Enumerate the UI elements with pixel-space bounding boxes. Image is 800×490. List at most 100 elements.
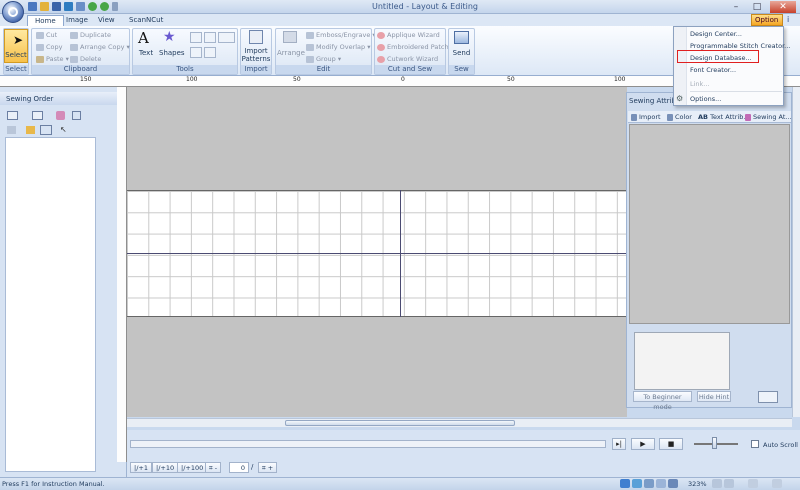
applique-wizard-button[interactable]: Applique Wizard [377,31,440,39]
tab-scanncut[interactable]: ScanNCut [122,15,170,26]
save-icon[interactable] [52,2,61,11]
text-tool-button[interactable]: A Text [135,29,157,63]
arrange-icon [283,31,297,43]
menu-item-programmable-stitch-creator[interactable]: Programmable Stitch Creator... [690,42,790,50]
duplicate-label: Duplicate [80,31,111,39]
group-order-icon[interactable] [32,111,43,120]
import-patterns-icon [249,30,263,44]
auto-scroll-checkbox[interactable] [751,440,759,448]
cursor-hint-icon[interactable] [758,391,778,403]
frame-minus-button[interactable]: ⌗ - [205,462,222,473]
play-icon[interactable]: ▶ [631,438,655,450]
undo-icon[interactable] [88,2,97,11]
select-group-label: Select [4,65,28,74]
arrange-label: Arrange [277,49,305,57]
ruler-label: 100 [614,76,626,83]
arrange-copy-button[interactable]: Arrange Copy ▾ [70,43,130,51]
copy-button[interactable]: Copy [36,43,63,51]
sewing-order-list[interactable] [5,137,96,472]
new-file-icon[interactable] [28,2,37,11]
application-menu-button[interactable] [2,1,24,23]
zoom-in-icon[interactable] [724,479,734,488]
minimize-button[interactable]: – [727,1,745,13]
sewing-attr-icon [745,113,751,121]
open-file-icon[interactable] [40,2,49,11]
stitch-view-icon[interactable] [644,479,654,488]
color-merge-icon[interactable] [56,111,65,120]
bottom-toolbar [127,460,800,477]
zoom-out-icon[interactable] [204,32,216,43]
modify-overlap-button[interactable]: Modify Overlap ▾ [306,43,371,51]
select-button[interactable]: ➤ Select [4,29,28,63]
shapes-tool-button[interactable]: ★ Shapes [159,29,185,63]
to-beginner-mode-button[interactable]: To Beginner mode [633,391,692,411]
realistic-view-icon[interactable] [632,479,642,488]
hide-hint-button[interactable]: Hide Hint [697,391,731,402]
speed-slider-thumb[interactable] [712,437,717,449]
emboss-engrave-button[interactable]: Emboss/Engrave ▾ [306,31,376,39]
pan-icon[interactable] [190,47,202,58]
arrange-button[interactable]: Arrange [277,29,305,63]
frame-counter-input[interactable]: 0 [229,462,249,473]
scissors-icon[interactable] [40,125,52,135]
outline-view-icon[interactable] [656,479,666,488]
step-plus-10-button[interactable]: |/+10 [152,462,179,473]
step-plus-1-button[interactable]: |/+1 [130,462,152,473]
emboss-icon [306,31,314,39]
import-patterns-button[interactable]: Import Patterns [241,29,271,65]
duplicate-button[interactable]: Duplicate [70,31,111,39]
customize-qat-icon[interactable] [112,2,118,11]
menu-item-font-creator[interactable]: Font Creator... [690,66,736,74]
frame-plus-button[interactable]: ⌗ + [258,462,278,473]
lock-icon[interactable] [26,126,35,134]
zoom-in-icon[interactable] [190,32,202,43]
vertical-ruler [117,87,127,462]
zoom-mode-icon[interactable] [668,479,678,488]
menu-item-design-center[interactable]: Design Center... [690,30,742,38]
print-preview-icon[interactable] [64,2,73,11]
cut-button[interactable]: Cut [36,31,57,39]
tab-color[interactable]: Color [667,113,692,121]
paste-button[interactable]: Paste ▾ [36,55,69,63]
delete-button[interactable]: Delete [70,55,101,63]
step-plus-100-button[interactable]: |/+100 [177,462,208,473]
hoop-icon[interactable] [772,479,782,488]
skip-end-icon[interactable]: ▸| [612,438,626,450]
menu-item-options[interactable]: Options... [690,95,721,103]
quick-access-icon[interactable] [76,2,85,11]
heart-icon [377,31,385,39]
tab-view[interactable]: View [91,15,122,26]
stitch-timeline[interactable] [130,440,606,448]
design-page-icon[interactable] [620,479,630,488]
zoom-fit-icon[interactable] [218,32,235,43]
zoom-out-icon[interactable] [712,479,722,488]
cutwork-wizard-button[interactable]: Cutwork Wizard [377,55,438,63]
frame-icon[interactable] [72,111,81,120]
close-button[interactable]: ✕ [770,1,796,13]
highlight-annotation [677,50,759,63]
import-icon [631,113,637,121]
sewing-order-toolbar-1 [4,110,124,121]
tab-sewing-attributes[interactable]: Sewing At... [745,113,792,121]
sort-by-color-icon[interactable] [7,111,18,120]
view-icon[interactable] [7,126,16,134]
redo-icon[interactable] [100,2,109,11]
tab-text-attributes[interactable]: AB Text Attrib... [698,113,750,121]
vertical-scrollbar[interactable] [792,87,800,417]
import-patterns-label-2: Patterns [241,55,271,63]
group-button[interactable]: Group ▾ [306,55,341,63]
tab-import[interactable]: Import [631,113,661,121]
maximize-button[interactable]: □ [748,1,766,13]
ruler-label: 50 [293,76,301,83]
option-button[interactable]: Option ▾ [751,14,783,34]
horizontal-scroll-thumb[interactable] [285,420,515,426]
tab-image[interactable]: Image [59,15,95,26]
pointer-icon[interactable]: ↖ [60,125,67,134]
stop-icon[interactable]: ■ [659,438,683,450]
measure-icon[interactable] [204,47,216,58]
auto-scroll-label: Auto Scroll [763,441,798,449]
send-button[interactable]: Send [449,29,474,63]
help-icon[interactable]: i [787,15,789,24]
embroidered-patch-button[interactable]: Embroidered Patch [377,43,449,51]
grid-icon[interactable] [748,479,758,488]
